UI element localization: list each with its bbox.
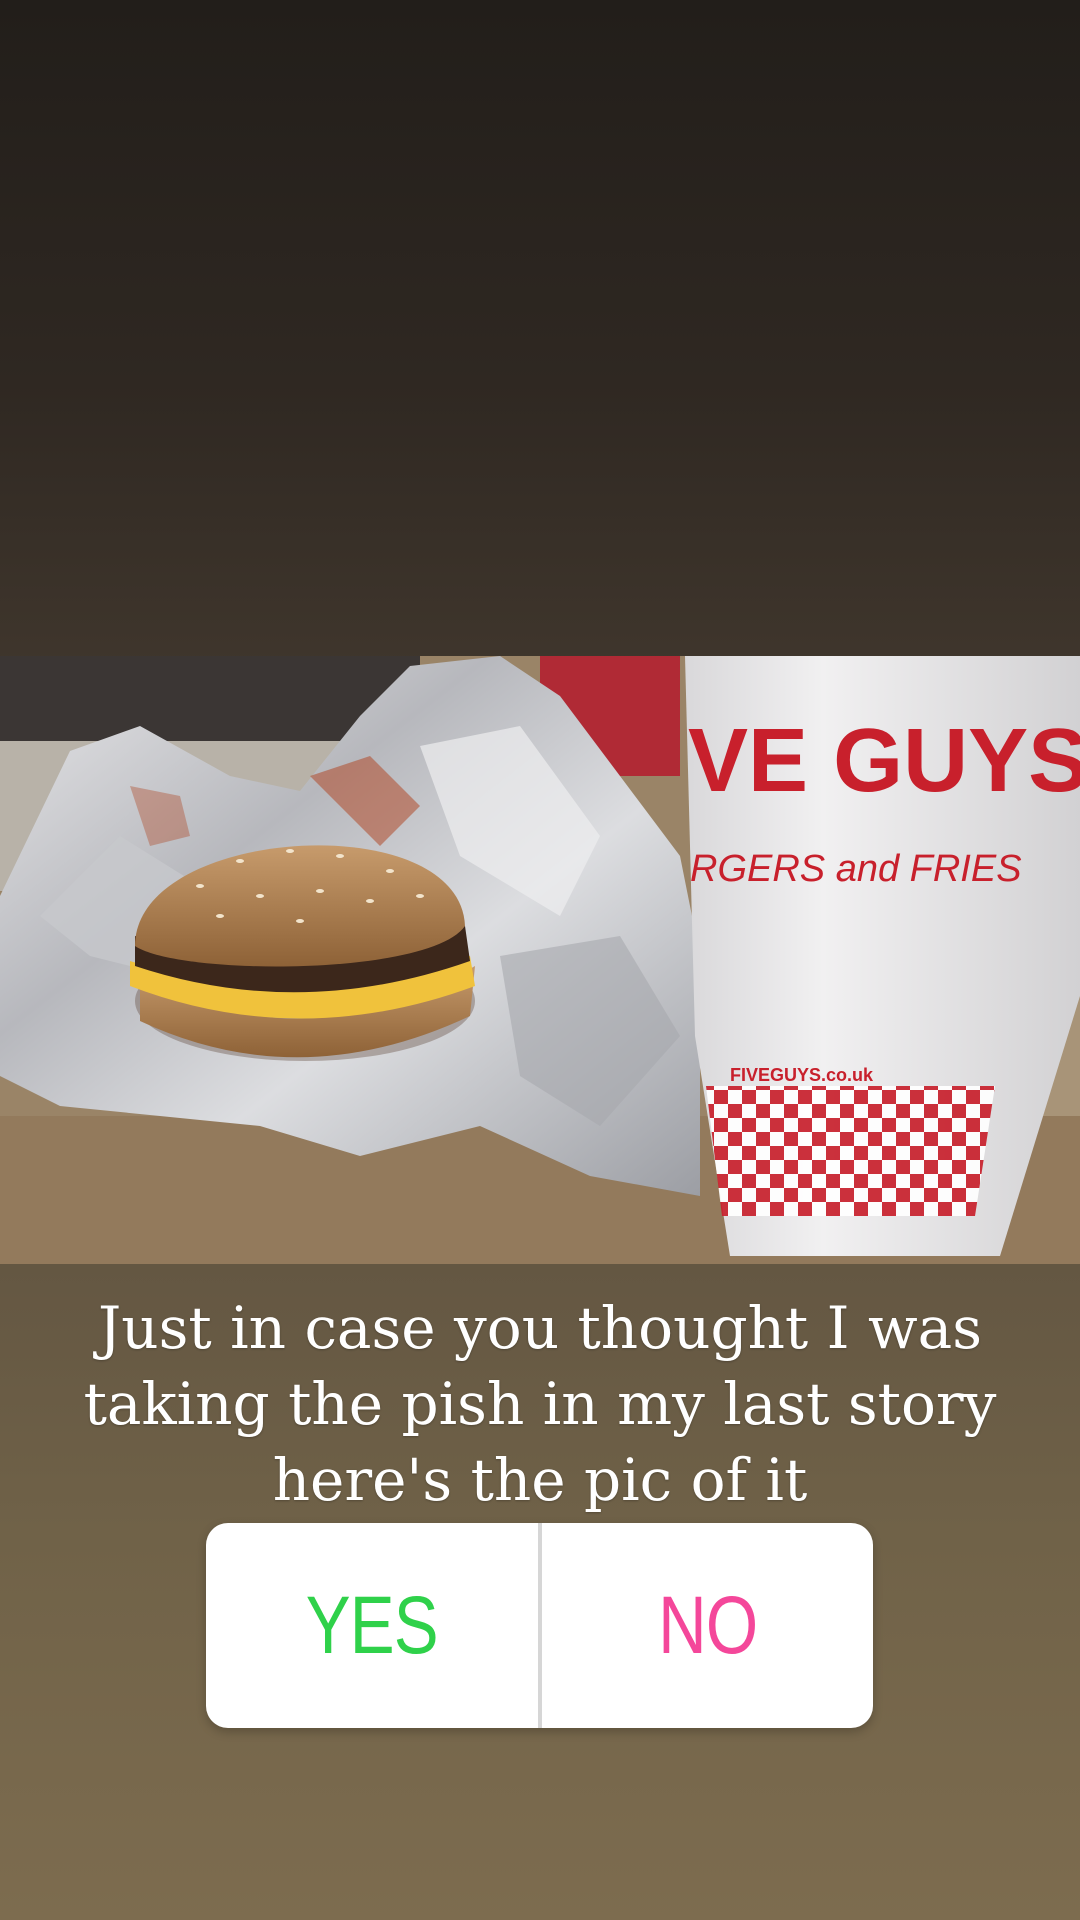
poll-divider <box>537 1523 542 1728</box>
poll-sticker: YES NO <box>206 1523 873 1728</box>
poll-option-no[interactable]: NO <box>571 1523 843 1728</box>
caption-line: here's the pic of it <box>272 1446 808 1514</box>
burger-and-cup-image: VE GUYS RGERS and FRIES FIVEGUYS.co.uk <box>0 656 1080 1264</box>
cup-tagline-text: RGERS and FRIES <box>690 848 1022 890</box>
poll-option-yes[interactable]: YES <box>236 1523 508 1728</box>
story-frame: VE GUYS RGERS and FRIES FIVEGUYS.co.uk J… <box>0 0 1080 1920</box>
story-caption: Just in case you thought I was taking th… <box>40 1290 1040 1518</box>
caption-line: taking the pish in my last story <box>83 1370 997 1438</box>
cup-brand-text: VE GUYS <box>688 711 1080 811</box>
caption-line: Just in case you thought I was <box>97 1294 983 1362</box>
story-photo: VE GUYS RGERS and FRIES FIVEGUYS.co.uk <box>0 656 1080 1264</box>
cup-website-text: FIVEGUYS.co.uk <box>730 1065 874 1085</box>
